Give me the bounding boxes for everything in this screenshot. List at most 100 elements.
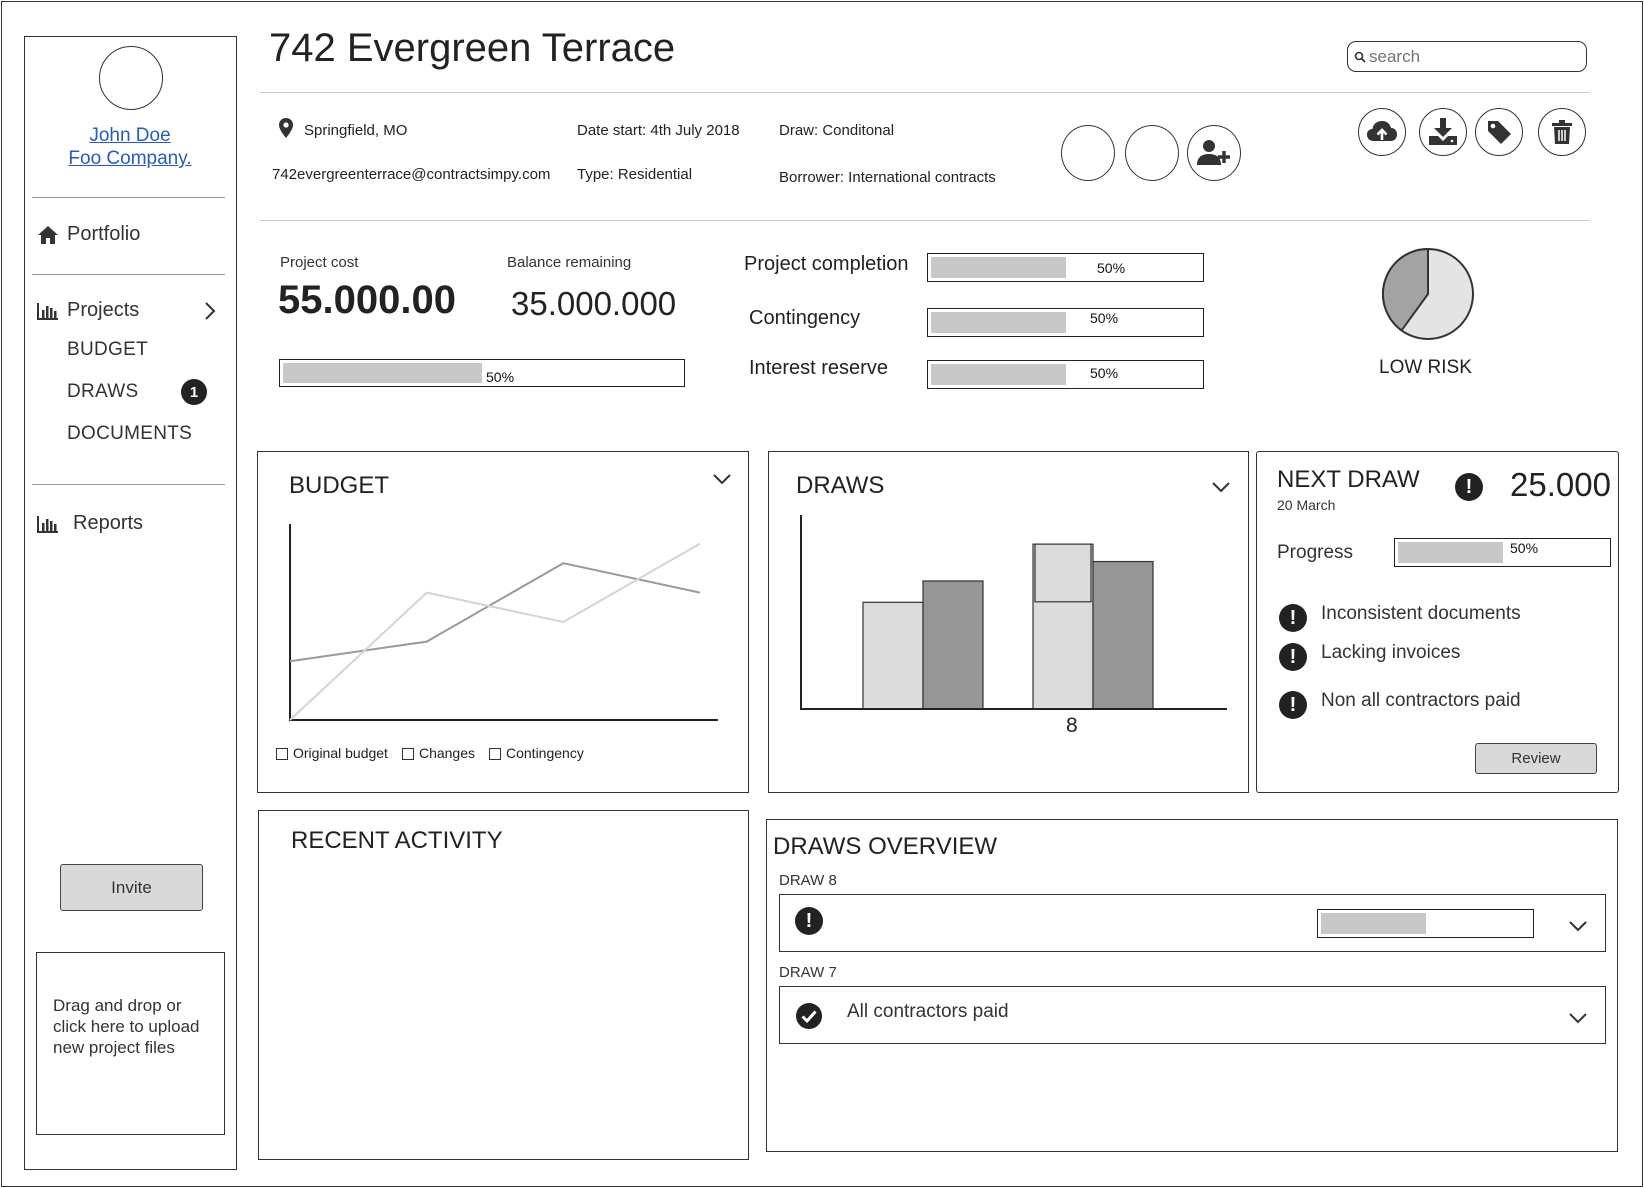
budget-line-chart [289,524,718,721]
legend-checkbox[interactable] [276,748,288,761]
alert-icon: ! [1455,473,1483,501]
file-upload-dropzone[interactable]: Drag and drop or click here to upload ne… [36,952,225,1135]
chart-legend: Original budget Changes Contingency [276,745,584,761]
delete-button[interactable] [1538,108,1586,156]
issue-text: Lacking invoices [1321,642,1461,663]
sidebar: John Doe Foo Company. Portfolio Projects… [24,36,237,1170]
download-button[interactable] [1419,108,1467,156]
project-cost-label: Project cost [280,254,359,271]
chevron-down-icon[interactable] [712,472,732,486]
next-draw-panel: NEXT DRAW 20 March ! 25.000 Progress 50%… [1256,451,1619,793]
progress-fill [1398,542,1503,563]
cost-progress-bar: 50% [279,359,685,387]
bar [1092,560,1154,710]
contingency-bar: 50% [927,308,1204,337]
sidebar-item-reports[interactable]: Reports [37,512,143,535]
legend-checkbox[interactable] [401,748,414,761]
collaborator-avatar[interactable] [1061,125,1115,181]
metric-label: Project completion [744,253,909,275]
legend-item[interactable]: Changes [401,745,475,761]
sidebar-item-label: Projects [67,299,140,321]
location-text: Springfield, MO [304,122,408,139]
invite-button[interactable]: Invite [60,864,203,911]
sidebar-subitem-budget[interactable]: BUDGET [67,339,148,361]
chevron-down-icon[interactable] [1568,919,1588,933]
progress-percent: 50% [1097,259,1126,276]
alert-icon: ! [795,907,823,935]
review-button[interactable]: Review [1475,743,1597,774]
budget-panel: BUDGET Original budget Changes Contingen… [257,451,749,793]
legend-item[interactable]: Original budget [276,745,388,761]
draw-row[interactable]: ! [779,894,1606,952]
progress-percent: 50% [486,369,515,385]
page-title: 742 Evergreen Terrace [269,26,676,70]
collaborator-avatar[interactable] [1125,125,1179,181]
cloud-upload-icon [1367,121,1397,141]
chevron-down-icon[interactable] [1211,480,1231,494]
sidebar-item-projects[interactable]: Projects [37,299,217,322]
metric-label: Contingency [749,307,861,329]
sidebar-item-portfolio[interactable]: Portfolio [37,223,140,246]
panel-title: RECENT ACTIVITY [291,827,503,854]
sidebar-item-label: Reports [73,512,144,534]
email-text: 742evergreenterrace@contractsimpy.com [272,166,551,183]
upload-button[interactable] [1358,108,1406,156]
next-draw-date: 20 March [1277,497,1336,513]
divider [32,197,225,198]
add-collaborator-button[interactable] [1187,125,1241,181]
tag-button[interactable] [1475,108,1523,156]
project-completion-bar: 50% [927,253,1204,282]
progress-percent: 50% [1510,540,1539,556]
risk-pie-chart [1382,247,1474,340]
draw-label: DRAW 7 [779,964,837,981]
alert-icon: ! [1279,604,1307,632]
avatar [99,46,163,110]
header-divider [260,92,1590,93]
trash-icon [1552,120,1572,144]
draws-panel: DRAWS 8 [768,451,1249,793]
progress-fill [931,312,1066,333]
metric-label: Interest reserve [749,357,888,379]
bar [862,601,924,710]
alert-icon: ! [1279,691,1307,719]
progress-percent: 50% [1090,365,1119,381]
borrower-text: Borrower: International contracts [779,169,996,186]
next-draw-amount: 25.000 [1510,466,1611,503]
series-line [289,542,701,721]
download-icon [1429,118,1457,145]
recent-activity-panel: RECENT ACTIVITY [258,810,749,1160]
draw-row[interactable]: All contractors paid [779,986,1606,1044]
search-input[interactable] [1369,46,1569,67]
user-name-link[interactable]: John Doe [89,125,170,146]
sidebar-subitem-draws[interactable]: DRAWS [67,381,139,403]
divider [32,484,225,485]
sidebar-item-label: Portfolio [67,223,141,245]
legend-item[interactable]: Contingency [489,745,584,761]
draw-type-text: Draw: Conditonal [779,122,895,139]
bar-highlight [1034,543,1092,603]
upload-instructions: Drag and drop or click here to upload ne… [53,996,200,1057]
company-link[interactable]: Foo Company. [68,148,191,169]
check-circle-icon [796,1003,822,1029]
progress-label: Progress [1277,542,1354,563]
panel-title: NEXT DRAW [1277,466,1420,493]
add-user-icon [1197,140,1230,165]
issue-text: Non all contractors paid [1321,690,1521,711]
legend-checkbox[interactable] [489,748,501,761]
interest-reserve-bar: 50% [927,360,1204,389]
panel-title: DRAWS [796,472,885,499]
balance-remaining-label: Balance remaining [507,254,632,271]
chart-axes [289,524,718,721]
draw-status-text: All contractors paid [847,1001,1009,1022]
search-box[interactable] [1347,41,1587,72]
chevron-down-icon[interactable] [1568,1011,1588,1025]
tag-icon [1488,121,1511,144]
progress-percent: 50% [1090,310,1119,326]
progress-fill [931,257,1066,278]
progress-fill [1321,913,1426,934]
search-icon [1354,51,1366,63]
home-icon [38,225,58,244]
draws-bar-chart [800,515,1227,710]
issue-text: Inconsistent documents [1321,603,1521,624]
sidebar-subitem-documents[interactable]: DOCUMENTS [67,423,192,445]
